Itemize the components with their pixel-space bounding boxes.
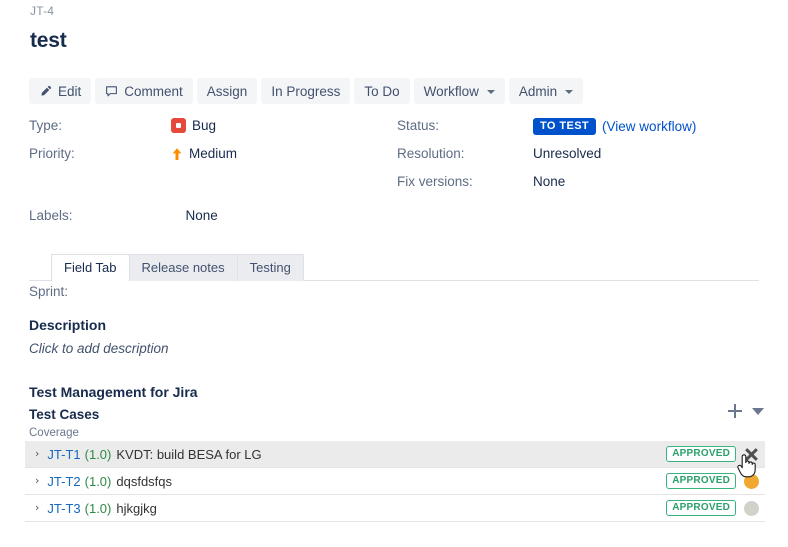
- edit-button-label: Edit: [58, 83, 82, 99]
- expand-chevron-icon[interactable]: ›: [35, 475, 39, 486]
- test-case-version: (1.0): [84, 446, 112, 462]
- coverage-label: Coverage: [29, 427, 79, 439]
- field-fix-versions-label: Fix versions:: [397, 174, 473, 189]
- field-type: Type: Bug: [29, 118, 389, 146]
- to-do-button[interactable]: To Do: [354, 78, 410, 104]
- field-resolution-value: Unresolved: [533, 146, 602, 161]
- test-management-heading: Test Management for Jira: [29, 384, 198, 400]
- field-priority-label: Priority:: [29, 146, 75, 161]
- test-case-key[interactable]: JT-T3: [47, 501, 80, 516]
- status-badge: APPROVED: [666, 500, 736, 516]
- field-type-text: Bug: [192, 118, 217, 133]
- table-row[interactable]: › JT-T1 (1.0) KVDT: build BESA for LG AP…: [25, 441, 765, 468]
- priority-medium-icon: [171, 147, 183, 161]
- test-case-name: dqsfdsfqs: [116, 473, 173, 489]
- field-labels-label: Labels:: [29, 208, 73, 223]
- comment-button[interactable]: Comment: [95, 78, 193, 104]
- field-fix-versions-value: None: [533, 174, 566, 189]
- assign-button[interactable]: Assign: [196, 78, 258, 104]
- test-case-name: KVDT: build BESA for LG: [116, 446, 262, 462]
- execution-indicator-icon: [744, 500, 759, 516]
- field-column-left: Type: Bug Priority: Medium: [29, 118, 389, 174]
- in-progress-button-label: In Progress: [271, 83, 341, 99]
- chevron-down-icon: [565, 89, 574, 94]
- in-progress-button[interactable]: In Progress: [261, 78, 351, 104]
- field-labels: Labels: None: [29, 208, 218, 223]
- status-badge: APPROVED: [666, 446, 736, 462]
- view-workflow-link[interactable]: (View workflow): [602, 119, 696, 134]
- tab-bar: Field Tab Release notes Testing: [29, 254, 759, 281]
- comment-button-label: Comment: [124, 83, 183, 99]
- status-badge: APPROVED: [666, 473, 736, 489]
- pencil-icon: [39, 85, 52, 98]
- tab-field-tab[interactable]: Field Tab: [51, 254, 130, 281]
- assign-button-label: Assign: [206, 83, 248, 99]
- page-title: test: [30, 29, 67, 52]
- edit-button[interactable]: Edit: [29, 78, 92, 104]
- test-cases-actions: [728, 404, 764, 418]
- field-priority-text: Medium: [189, 146, 238, 161]
- test-case-key[interactable]: JT-T1: [47, 447, 80, 462]
- admin-dropdown[interactable]: Admin: [508, 78, 584, 104]
- breadcrumb[interactable]: JT-4: [30, 4, 54, 18]
- field-status-label: Status:: [397, 118, 440, 133]
- test-case-row-controls: APPROVED: [666, 500, 759, 516]
- field-priority-value: Medium: [171, 146, 237, 161]
- field-fix-versions: Fix versions: None: [397, 174, 777, 202]
- test-case-key[interactable]: JT-T2: [47, 474, 80, 489]
- workflow-dropdown-label: Workflow: [423, 83, 479, 99]
- chevron-down-icon: [486, 89, 495, 94]
- field-labels-value: None: [185, 208, 218, 223]
- field-sprint-label: Sprint:: [29, 284, 69, 299]
- action-toolbar: Edit Comment Assign In Progress To Do Wo…: [29, 78, 584, 104]
- expand-chevron-icon[interactable]: ›: [35, 502, 39, 513]
- test-case-name: hjkgjkg: [116, 500, 157, 516]
- expand-chevron-icon[interactable]: ›: [35, 448, 39, 459]
- description-placeholder[interactable]: Click to add description: [29, 341, 169, 356]
- test-case-row-controls: APPROVED: [666, 473, 759, 489]
- caret-down-icon[interactable]: [752, 407, 764, 415]
- close-icon[interactable]: [744, 447, 759, 462]
- to-do-button-label: To Do: [364, 83, 400, 99]
- field-resolution: Resolution: Unresolved: [397, 146, 777, 174]
- description-heading: Description: [29, 317, 107, 333]
- issue-view: JT-4 test Edit Comment Assign In Progres…: [0, 0, 788, 547]
- field-status-value: TO TEST (View workflow): [533, 118, 696, 136]
- field-column-right: Status: TO TEST (View workflow) Resoluti…: [397, 118, 777, 202]
- status-badge[interactable]: TO TEST: [533, 118, 597, 136]
- field-priority: Priority: Medium: [29, 146, 389, 174]
- comment-bubble-icon: [105, 85, 118, 98]
- table-row[interactable]: › JT-T3 (1.0) hjkgjkg APPROVED: [25, 495, 765, 522]
- field-resolution-label: Resolution:: [397, 146, 465, 161]
- field-type-value: Bug: [171, 118, 216, 133]
- admin-dropdown-label: Admin: [518, 83, 558, 99]
- plus-icon[interactable]: [728, 404, 742, 418]
- field-type-label: Type:: [29, 118, 63, 133]
- execution-indicator-icon: [744, 473, 759, 489]
- test-case-list: › JT-T1 (1.0) KVDT: build BESA for LG AP…: [25, 441, 765, 522]
- tab-testing[interactable]: Testing: [236, 254, 304, 281]
- workflow-dropdown[interactable]: Workflow: [413, 78, 505, 104]
- bug-icon: [171, 118, 186, 133]
- table-row[interactable]: › JT-T2 (1.0) dqsfdsfqs APPROVED: [25, 468, 765, 495]
- test-case-version: (1.0): [84, 500, 112, 516]
- tab-release-notes[interactable]: Release notes: [128, 254, 238, 281]
- test-case-version: (1.0): [84, 473, 112, 489]
- test-case-row-controls: APPROVED: [666, 446, 759, 462]
- field-status: Status: TO TEST (View workflow): [397, 118, 777, 146]
- test-cases-heading: Test Cases: [29, 407, 100, 422]
